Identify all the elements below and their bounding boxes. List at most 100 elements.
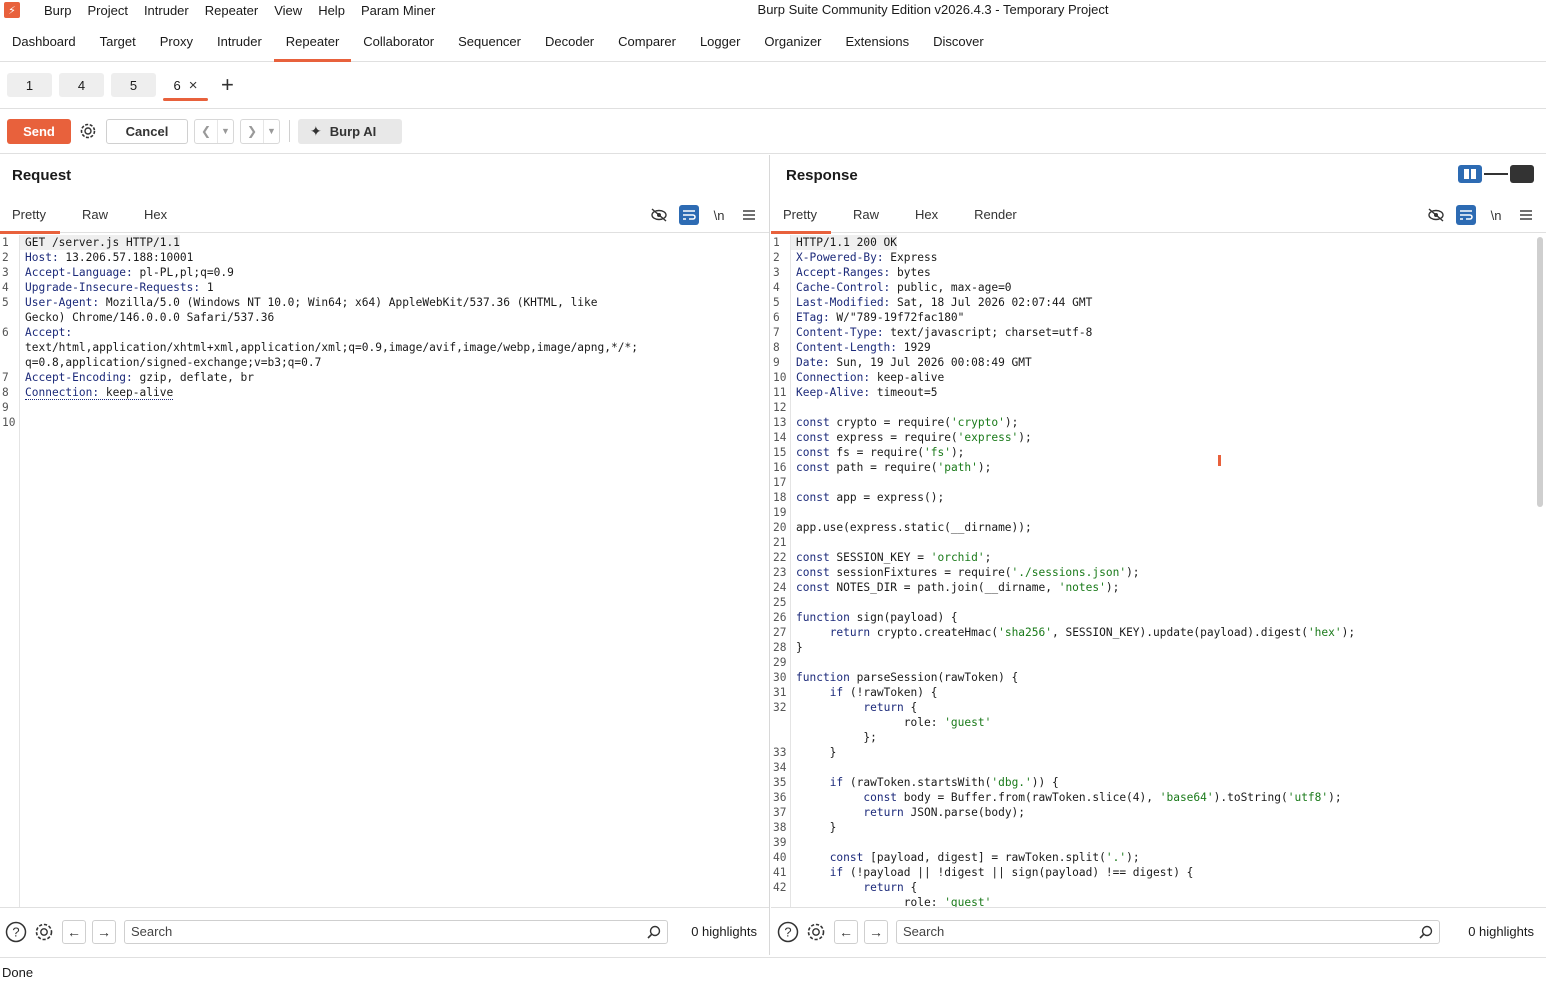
- request-search-input[interactable]: Search: [124, 919, 668, 944]
- help-icon[interactable]: ?: [4, 920, 28, 944]
- send-button[interactable]: Send: [7, 118, 71, 144]
- word-wrap-icon[interactable]: [1456, 205, 1476, 225]
- tab-intruder[interactable]: Intruder: [205, 23, 274, 61]
- layout-toggle: [1458, 165, 1534, 183]
- search-settings-gear-icon[interactable]: [32, 920, 56, 944]
- tab-logger[interactable]: Logger: [688, 23, 752, 61]
- line-text: User-Agent: Mozilla/5.0 (Windows NT 10.0…: [25, 296, 598, 309]
- cancel-button[interactable]: Cancel: [106, 118, 188, 144]
- menu-param-miner[interactable]: Param Miner: [353, 3, 443, 18]
- code-line: 4 Upgrade-Insecure-Requests: 1: [0, 280, 769, 295]
- line-text: [791, 835, 796, 850]
- line-number: 4: [2, 281, 9, 294]
- line-text: Upgrade-Insecure-Requests: 1: [25, 281, 214, 294]
- line-number: 39: [773, 836, 787, 849]
- tab-extensions[interactable]: Extensions: [834, 23, 922, 61]
- tab-proxy[interactable]: Proxy: [148, 23, 205, 61]
- hide-nonprintable-eye-icon[interactable]: [649, 205, 669, 225]
- code-line: 2 X-Powered-By: Express: [771, 250, 1546, 265]
- search-previous-arrow-icon[interactable]: ←: [834, 919, 858, 944]
- tab-discover[interactable]: Discover: [921, 23, 996, 61]
- hamburger-menu-icon[interactable]: [1516, 205, 1536, 225]
- menu-view[interactable]: View: [266, 3, 310, 18]
- tab-repeater[interactable]: Repeater: [273, 23, 352, 62]
- line-number: 36: [773, 791, 787, 804]
- code-line: 5 User-Agent: Mozilla/5.0 (Windows NT 10.…: [0, 295, 769, 310]
- code-line: role: 'guest': [771, 715, 1546, 730]
- search-placeholder: Search: [903, 924, 945, 939]
- line-text: if (rawToken.startsWith('dbg.')) {: [829, 776, 1059, 789]
- search-settings-gear-icon[interactable]: [804, 920, 828, 944]
- tab-organizer[interactable]: Organizer: [752, 23, 833, 61]
- search-previous-arrow-icon[interactable]: ←: [62, 919, 86, 944]
- view-tab-render[interactable]: Render: [962, 199, 1031, 233]
- history-back-dropdown-icon[interactable]: ▼: [217, 119, 233, 143]
- split-columns-layout-icon[interactable]: [1458, 165, 1482, 183]
- menu-project[interactable]: Project: [79, 3, 135, 18]
- help-icon[interactable]: ?: [776, 920, 800, 944]
- tab-target[interactable]: Target: [88, 23, 148, 61]
- line-number: 38: [773, 821, 787, 834]
- hide-nonprintable-eye-icon[interactable]: [1426, 205, 1446, 225]
- show-newlines-button[interactable]: \n: [1486, 205, 1506, 225]
- show-newlines-button[interactable]: \n: [709, 205, 729, 225]
- repeater-tab-1[interactable]: 1: [7, 73, 52, 97]
- line-number: 31: [773, 686, 787, 699]
- search-next-arrow-icon[interactable]: →: [864, 919, 888, 944]
- hamburger-menu-icon[interactable]: [739, 205, 759, 225]
- menu-help[interactable]: Help: [310, 3, 353, 18]
- view-tab-raw[interactable]: Raw: [841, 199, 893, 233]
- response-scrollbar[interactable]: [1537, 237, 1543, 507]
- word-wrap-icon[interactable]: [679, 205, 699, 225]
- line-number: 9: [773, 356, 780, 369]
- view-tab-pretty[interactable]: Pretty: [771, 199, 831, 234]
- history-forward-dropdown-icon[interactable]: ▼: [263, 119, 279, 143]
- line-text: role: 'guest': [796, 716, 992, 729]
- request-editor[interactable]: 1 GET /server.js HTTP/1.1 2 Host: 13.206.57…: [0, 235, 769, 907]
- response-search-input[interactable]: Search: [896, 919, 1440, 944]
- code-line: 2 Host: 13.206.57.188:10001: [0, 250, 769, 265]
- repeater-tab-5[interactable]: 5: [111, 73, 156, 97]
- code-line: 20 app.use(express.static(__dirname));: [771, 520, 1546, 535]
- repeater-tab-6[interactable]: 6 ×: [163, 73, 208, 101]
- response-editor[interactable]: 1 HTTP/1.1 200 OK 2 X-Powered-By: Express 3 A…: [771, 235, 1546, 907]
- menu-repeater[interactable]: Repeater: [197, 3, 266, 18]
- code-line: q=0.8,application/signed-exchange;v=b3;q…: [0, 355, 769, 370]
- code-line: 5 Last-Modified: Sat, 18 Jul 2026 02:07:4…: [771, 295, 1546, 310]
- add-tab-icon[interactable]: +: [221, 74, 234, 96]
- view-tab-hex[interactable]: Hex: [132, 199, 181, 233]
- line-number: 6: [2, 326, 9, 339]
- history-back-group: ❮ ▼: [194, 118, 234, 144]
- view-tab-raw[interactable]: Raw: [70, 199, 122, 233]
- tab-dashboard[interactable]: Dashboard: [0, 23, 88, 61]
- line-text: return crypto.createHmac('sha256', SESSI…: [829, 626, 1356, 639]
- menu-intruder[interactable]: Intruder: [136, 3, 197, 18]
- search-icon: [647, 925, 661, 939]
- history-back-icon[interactable]: ❮: [195, 120, 217, 143]
- tab-comparer[interactable]: Comparer: [606, 23, 688, 61]
- single-pane-layout-icon[interactable]: [1510, 165, 1534, 183]
- line-text: Content-Type: text/javascript; charset=u…: [796, 326, 1093, 339]
- split-rows-layout-icon[interactable]: [1484, 165, 1508, 183]
- line-number: [771, 730, 791, 745]
- line-number: 34: [773, 761, 787, 774]
- sparkle-icon: ✦: [310, 122, 322, 139]
- burp-ai-label: Burp AI: [329, 123, 377, 139]
- menu-burp[interactable]: Burp: [36, 3, 79, 18]
- send-settings-gear-icon[interactable]: [76, 119, 100, 143]
- tab-sequencer[interactable]: Sequencer: [446, 23, 533, 61]
- search-next-arrow-icon[interactable]: →: [92, 919, 116, 944]
- view-tab-pretty[interactable]: Pretty: [0, 199, 60, 234]
- close-tab-icon[interactable]: ×: [189, 77, 198, 94]
- line-text: text/html,application/xhtml+xml,applicat…: [25, 341, 638, 354]
- view-tab-hex[interactable]: Hex: [903, 199, 952, 233]
- line-number: 1: [773, 236, 780, 249]
- request-search-bar: ? ← → Search 0 highlights: [0, 907, 769, 955]
- burp-ai-button[interactable]: ✦ Burp AI: [298, 118, 402, 144]
- history-forward-icon[interactable]: ❯: [241, 120, 263, 143]
- line-text: Accept-Language: pl-PL,pl;q=0.9: [25, 266, 234, 279]
- tab-collaborator[interactable]: Collaborator: [351, 23, 446, 61]
- line-number: [771, 715, 791, 730]
- repeater-tab-4[interactable]: 4: [59, 73, 104, 97]
- tab-decoder[interactable]: Decoder: [533, 23, 606, 61]
